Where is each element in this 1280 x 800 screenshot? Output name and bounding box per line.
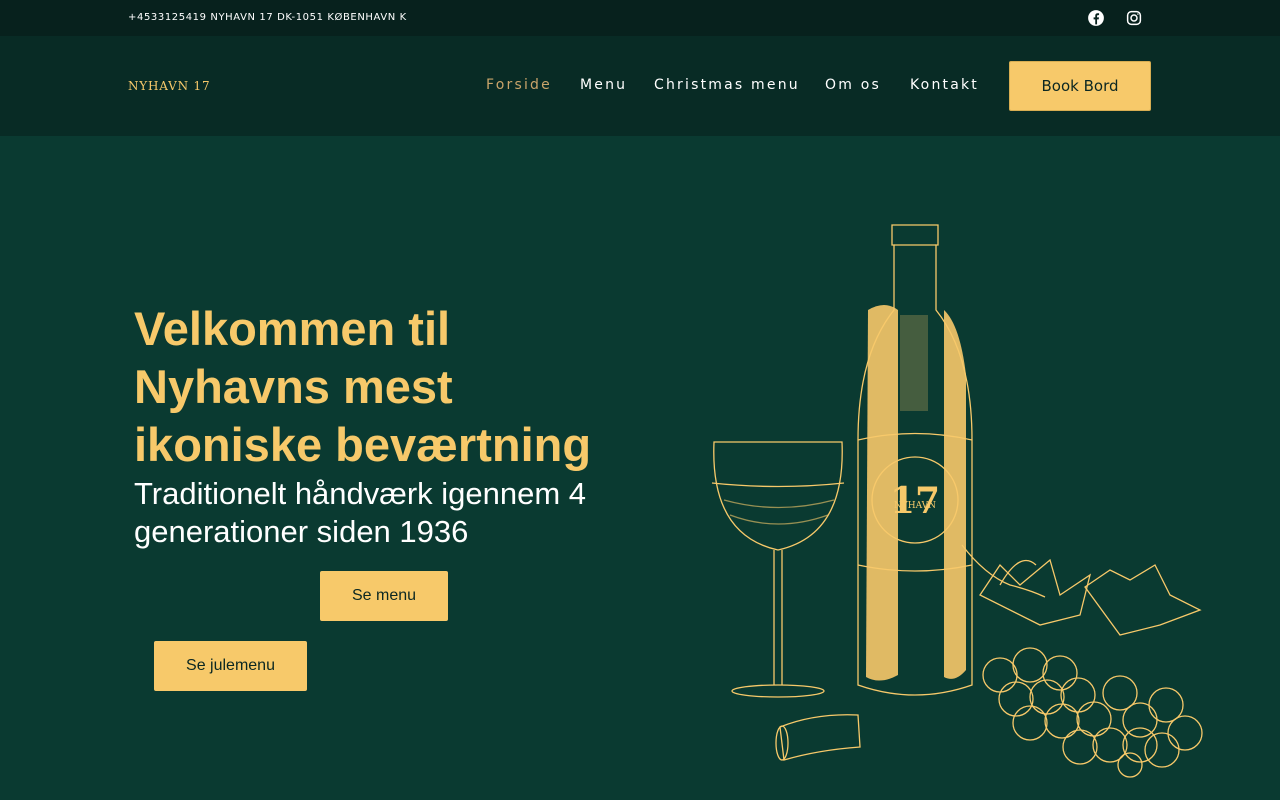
facebook-icon[interactable] bbox=[1087, 9, 1105, 27]
nav-item-om-os[interactable]: Om os bbox=[825, 77, 881, 93]
see-christmas-menu-button[interactable]: Se julemenu bbox=[154, 641, 307, 691]
top-bar: +4533125419 NYHAVN 17 DK-1051 KØBENHAVN … bbox=[0, 0, 1280, 36]
nav-item-kontakt[interactable]: Kontakt bbox=[910, 77, 979, 93]
bottle-label-name: NYHAVN bbox=[894, 501, 936, 511]
wine-glass bbox=[713, 441, 843, 551]
nav-item-forside[interactable]: Forside bbox=[486, 77, 552, 93]
site-logo[interactable]: NYHAVN 17 bbox=[128, 79, 210, 93]
wine-illustration: 17 NYHAVN bbox=[711, 224, 1203, 778]
hero-subtitle: Traditionelt håndværk igennem 4 generati… bbox=[134, 476, 587, 549]
instagram-icon[interactable] bbox=[1125, 9, 1143, 27]
main-navbar: NYHAVN 17 Forside Menu Christmas menu Om… bbox=[0, 36, 1280, 136]
nav-item-christmas-menu[interactable]: Christmas menu bbox=[654, 77, 800, 93]
book-table-button[interactable]: Book Bord bbox=[1009, 61, 1151, 111]
contact-info: +4533125419 NYHAVN 17 DK-1051 KØBENHAVN … bbox=[128, 12, 407, 23]
nav-item-menu[interactable]: Menu bbox=[580, 77, 627, 93]
grapes-icon bbox=[961, 544, 1203, 778]
see-menu-button[interactable]: Se menu bbox=[320, 571, 448, 621]
cork bbox=[779, 714, 861, 761]
hero-title: Velkommen til Nyhavns mest ikoniske bevæ… bbox=[134, 302, 592, 471]
